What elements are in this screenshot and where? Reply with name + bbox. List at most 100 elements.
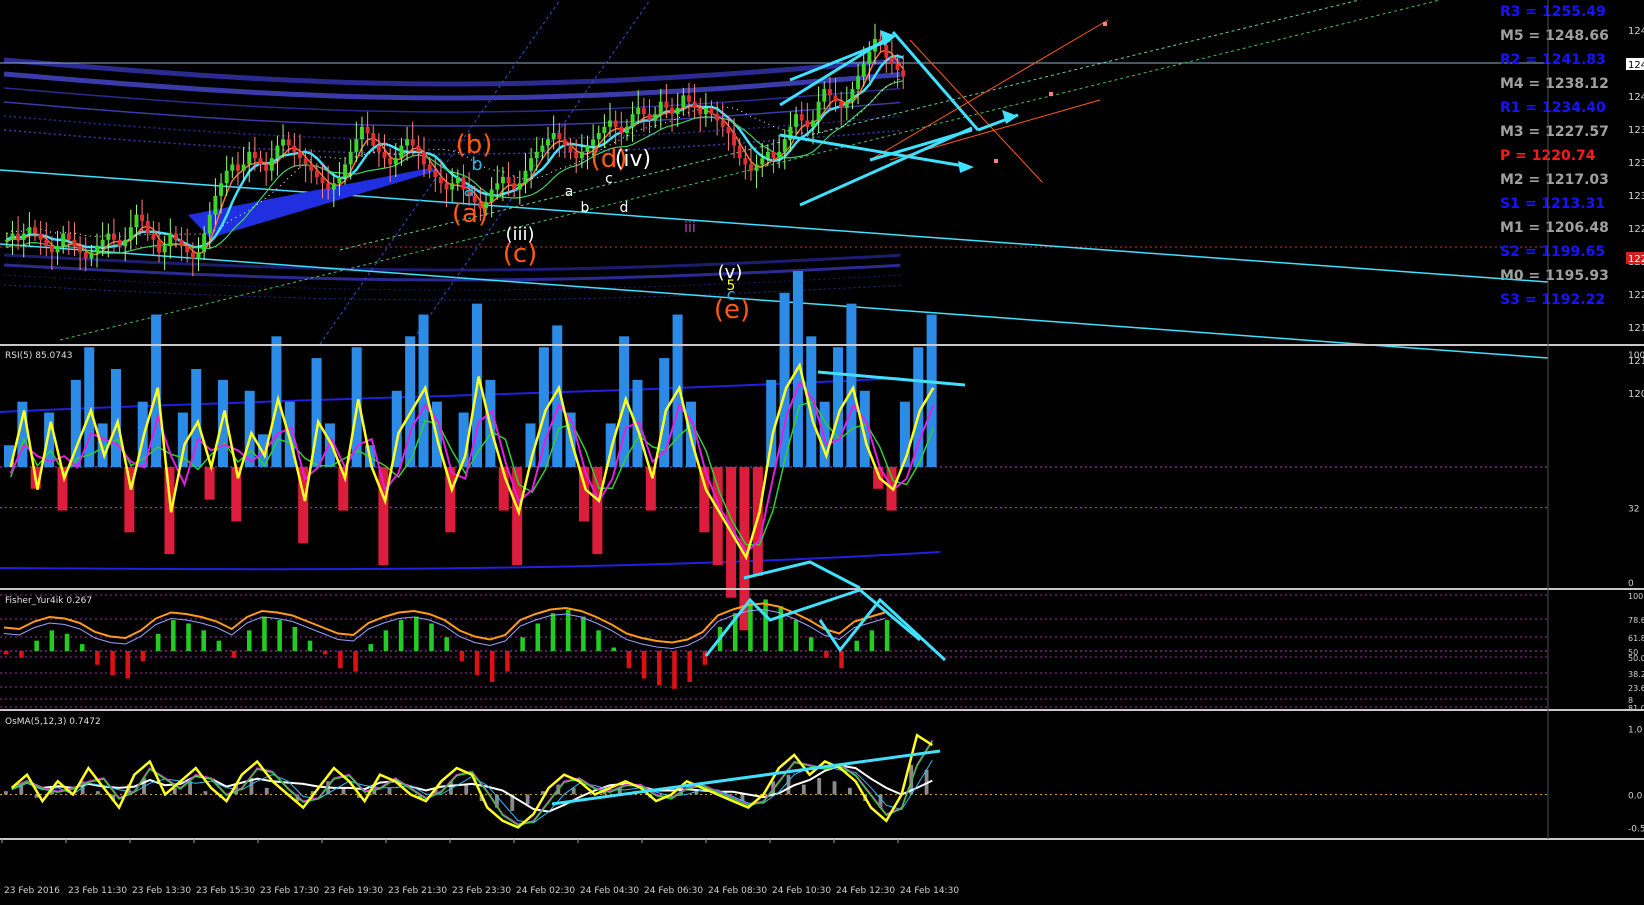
candle-body [331,183,336,190]
wave-label: a [463,180,474,201]
candle-body [95,246,99,253]
fisher-bar [489,651,495,682]
candle-body [348,151,353,165]
candle-body [805,120,810,127]
candle-body [732,133,737,146]
fisher-bar [763,599,768,651]
fisher-bar [505,651,510,672]
osma-bar [801,784,806,795]
pivot-label: M4 = 1238.12 [1500,76,1609,92]
fisher-tick: 81.0 [1628,704,1644,713]
pivot-label: S1 = 1213.31 [1500,196,1605,212]
rsi-histogram-bar [191,368,202,467]
pivot-label: M0 = 1195.93 [1500,268,1609,284]
candle-body [196,252,201,259]
candle-body [540,145,545,152]
candle-body [568,145,573,152]
rsi-histogram-bar [110,368,121,467]
candle-body [337,177,342,184]
fisher-bar [748,602,753,651]
fisher-bar [140,651,146,662]
fisher-tick: 100 [1628,592,1643,601]
candle-body [55,246,60,253]
candle-body [895,63,900,71]
candle-body [438,177,443,184]
fisher-bar [125,651,131,679]
osma-tick: -0.5 [1628,824,1644,834]
candle-body [173,233,178,240]
candle-body [202,233,207,253]
osma-bar [832,781,837,795]
fisher-bar [19,651,24,658]
candle-body [647,114,652,121]
candle-body [664,101,669,108]
candle-body [100,239,105,247]
fisher-title: Fisher_Yur4ik 0.267 [5,596,92,606]
price-tick: 123 [1628,191,1644,202]
candle-body [867,51,872,64]
time-label: 24 Feb 12:30 [836,886,895,896]
candle-body [269,158,274,171]
candle-body [230,164,235,171]
fisher-bar [307,640,313,651]
candle-body [49,246,54,253]
candle-body [670,107,675,115]
candle-body [619,126,624,134]
osma-tick: 0.0 [1628,791,1643,801]
chart-canvas[interactable]: (b)ba(a)(iii)(c)(d)(iv)abcdiii(v)5c(e)R3… [0,0,1644,901]
time-label: 24 Feb 14:30 [900,886,959,896]
candle-body [444,183,449,190]
osma-title: OsMA(5,12,3) 0.7472 [5,717,101,727]
candle-body [89,252,94,259]
candle-body [856,76,861,90]
candle-body [703,107,708,115]
candle-body [399,145,404,159]
candle-body [596,133,601,140]
candle-body [72,239,77,247]
candle-body [388,158,393,165]
rsi-histogram-bar [592,467,603,555]
candle-body [27,227,32,234]
candle-body [506,177,511,184]
candle-body [636,107,641,115]
candle-body [743,158,748,165]
pivot-label: M3 = 1227.57 [1500,124,1609,140]
candle-body [303,158,308,165]
fisher-bar [171,620,176,651]
fisher-bar [49,630,55,651]
pivot-label: R1 = 1234.40 [1500,100,1606,116]
fisher-bar [444,637,449,651]
fan-point-2 [1049,92,1053,96]
time-label: 24 Feb 02:30 [516,886,575,896]
candle-body [698,107,703,115]
trading-chart-window[interactable]: (b) b a (a) (iii) (c) (d) (iv) a b c d iii (v) 5 c (e) R3… [0,0,1644,901]
candle-body [748,164,753,171]
fisher-bar [808,637,814,651]
candle-body [529,158,534,171]
candle-body [760,158,765,165]
candle-body [44,239,49,247]
fisher-bar [535,623,541,651]
wave-label: (c) [503,239,538,269]
pivot-label: M5 = 1248.66 [1500,28,1609,44]
osma-bar [264,787,269,795]
candle-body [602,126,607,134]
fisher-bar [277,620,282,651]
price-tick: 120 [1628,389,1644,400]
fisher-bar [34,640,39,651]
osma-bar [4,791,8,795]
fisher-bar [64,633,70,651]
wave-label: (iv) [615,147,651,172]
time-label: 23 Feb 2016 [4,886,60,896]
candle-body [839,101,844,108]
candle-body [252,151,257,159]
candle-body [861,63,866,77]
candle-body [365,126,370,134]
candle-body [128,227,133,240]
candle-body [884,45,889,58]
candle-body [134,214,139,228]
fisher-bar [292,626,298,651]
osma-bar [847,787,852,795]
fisher-bar [79,644,85,651]
fisher-bar [398,620,404,651]
